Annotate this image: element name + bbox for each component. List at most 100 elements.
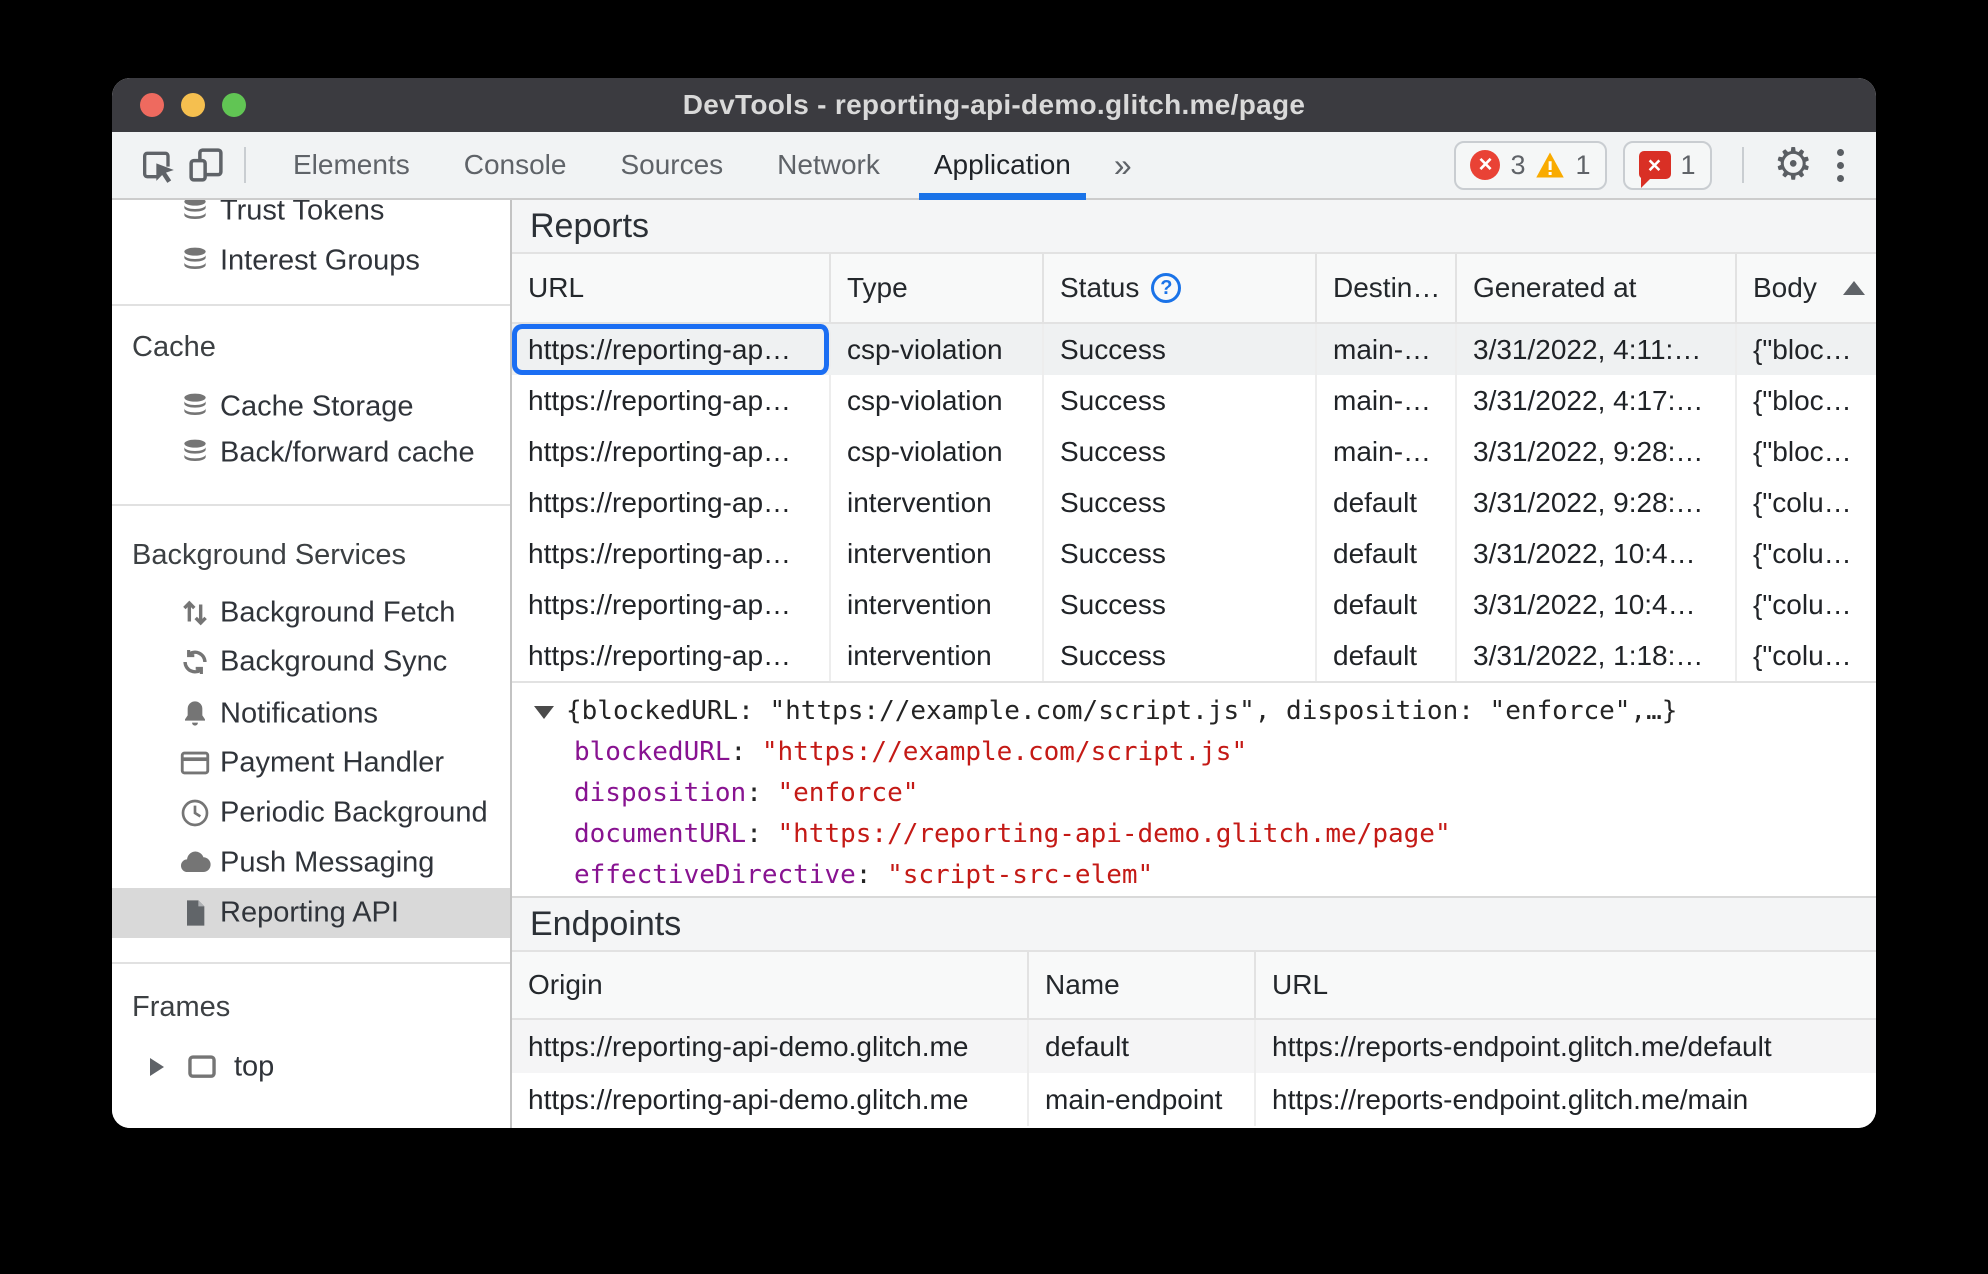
column-header-url[interactable]: URL — [512, 254, 831, 322]
endpoint-origin-cell[interactable]: https://reporting-api-demo.glitch.me — [512, 1073, 1029, 1126]
report-type-cell[interactable]: intervention — [831, 630, 1044, 681]
tab-sources[interactable]: Sources — [593, 132, 750, 198]
minimize-button[interactable] — [181, 93, 205, 117]
endpoint-url-cell[interactable]: https://reports-endpoint.glitch.me/main — [1256, 1073, 1876, 1126]
settings-gear-icon[interactable]: ⚙ — [1774, 143, 1813, 187]
more-tabs-icon[interactable]: » — [1098, 132, 1148, 198]
column-header-type[interactable]: Type — [831, 254, 1044, 322]
column-header-origin[interactable]: Origin — [512, 952, 1029, 1018]
report-row[interactable]: https://reporting-ap… csp-violation Succ… — [512, 324, 1876, 375]
report-destination-cell[interactable]: default — [1317, 477, 1457, 528]
report-destination-cell[interactable]: main-… — [1317, 426, 1457, 477]
sort-ascending-icon — [1842, 281, 1865, 295]
report-generated-cell[interactable]: 3/31/2022, 10:4… — [1457, 579, 1737, 630]
window-title: DevTools - reporting-api-demo.glitch.me/… — [682, 89, 1306, 120]
sidebar-item-periodic-background-sync[interactable]: Periodic Background — [112, 788, 510, 838]
sidebar-item-notifications[interactable]: Notifications — [112, 689, 510, 739]
warning-count: 1 — [1575, 149, 1591, 180]
column-header-name[interactable]: Name — [1029, 952, 1256, 1018]
report-body-cell[interactable]: {"bloc… — [1737, 324, 1876, 375]
sidebar-item-back-forward-cache[interactable]: Back/forward cache — [112, 428, 510, 478]
report-row[interactable]: https://reporting-ap… csp-violation Succ… — [512, 426, 1876, 477]
report-row[interactable]: https://reporting-ap… intervention Succe… — [512, 630, 1876, 681]
report-row[interactable]: https://reporting-ap… csp-violation Succ… — [512, 375, 1876, 426]
report-type-cell[interactable]: csp-violation — [831, 324, 1044, 375]
column-header-generated-at[interactable]: Generated at — [1457, 254, 1737, 322]
report-body-cell[interactable]: {"bloc… — [1737, 375, 1876, 426]
report-destination-cell[interactable]: main-… — [1317, 324, 1457, 375]
report-url-cell[interactable]: https://reporting-ap… — [512, 477, 831, 528]
report-type-cell[interactable]: intervention — [831, 477, 1044, 528]
report-row[interactable]: https://reporting-ap… intervention Succe… — [512, 579, 1876, 630]
report-status-cell[interactable]: Success — [1044, 579, 1317, 630]
column-header-status[interactable]: Status ? — [1044, 254, 1317, 322]
more-options-icon[interactable] — [1829, 148, 1852, 182]
report-destination-cell[interactable]: main-… — [1317, 375, 1457, 426]
report-url-cell[interactable]: https://reporting-ap… — [512, 324, 831, 375]
report-url-cell[interactable]: https://reporting-ap… — [512, 528, 831, 579]
endpoint-origin-cell[interactable]: https://reporting-api-demo.glitch.me — [512, 1020, 1029, 1073]
issues-button[interactable]: × 1 — [1622, 140, 1712, 190]
report-body-cell[interactable]: {"colu… — [1737, 528, 1876, 579]
column-header-body[interactable]: Body — [1737, 254, 1876, 322]
endpoint-url-cell[interactable]: https://reports-endpoint.glitch.me/defau… — [1256, 1020, 1876, 1073]
sidebar-item-interest-groups[interactable]: Interest Groups — [112, 236, 510, 286]
sidebar-item-background-fetch[interactable]: Background Fetch — [112, 588, 510, 638]
tab-console[interactable]: Console — [437, 132, 594, 198]
report-status-cell[interactable]: Success — [1044, 375, 1317, 426]
report-url-cell[interactable]: https://reporting-ap… — [512, 579, 831, 630]
inspect-element-icon[interactable] — [134, 141, 182, 189]
report-generated-cell[interactable]: 3/31/2022, 9:28:… — [1457, 426, 1737, 477]
report-body-cell[interactable]: {"colu… — [1737, 630, 1876, 681]
report-generated-cell[interactable]: 3/31/2022, 10:4… — [1457, 528, 1737, 579]
report-generated-cell[interactable]: 3/31/2022, 4:11:… — [1457, 324, 1737, 375]
device-toolbar-icon[interactable] — [182, 141, 230, 189]
zoom-button[interactable] — [222, 93, 246, 117]
report-url-cell[interactable]: https://reporting-ap… — [512, 426, 831, 477]
column-header-url[interactable]: URL — [1256, 952, 1876, 1018]
report-status-cell[interactable]: Success — [1044, 426, 1317, 477]
report-body-cell[interactable]: {"colu… — [1737, 477, 1876, 528]
sidebar-item-background-sync[interactable]: Background Sync — [112, 637, 510, 687]
sidebar-divider — [112, 504, 510, 506]
close-button[interactable] — [140, 93, 164, 117]
console-summary-button[interactable]: × 3 1 — [1454, 140, 1607, 190]
report-destination-cell[interactable]: default — [1317, 630, 1457, 681]
report-status-cell[interactable]: Success — [1044, 324, 1317, 375]
sidebar-item-push-messaging[interactable]: Push Messaging — [112, 838, 510, 888]
tab-elements[interactable]: Elements — [266, 132, 437, 198]
report-generated-cell[interactable]: 3/31/2022, 1:18:… — [1457, 630, 1737, 681]
report-status-cell[interactable]: Success — [1044, 477, 1317, 528]
report-destination-cell[interactable]: default — [1317, 528, 1457, 579]
sidebar-item-reporting-api[interactable]: Reporting API — [112, 888, 510, 938]
report-type-cell[interactable]: intervention — [831, 579, 1044, 630]
report-generated-cell[interactable]: 3/31/2022, 9:28:… — [1457, 477, 1737, 528]
report-url-cell[interactable]: https://reporting-ap… — [512, 630, 831, 681]
tab-application[interactable]: Application — [907, 132, 1098, 200]
collapse-triangle-icon[interactable] — [534, 706, 554, 719]
report-type-cell[interactable]: csp-violation — [831, 375, 1044, 426]
sidebar-item-top-frame[interactable]: top — [112, 1042, 510, 1092]
report-status-cell[interactable]: Success — [1044, 630, 1317, 681]
endpoint-row[interactable]: https://reporting-api-demo.glitch.me def… — [512, 1020, 1876, 1073]
column-header-destination[interactable]: Destin… — [1317, 254, 1457, 322]
report-type-cell[interactable]: csp-violation — [831, 426, 1044, 477]
report-row[interactable]: https://reporting-ap… intervention Succe… — [512, 528, 1876, 579]
report-row[interactable]: https://reporting-ap… intervention Succe… — [512, 477, 1876, 528]
report-destination-cell[interactable]: default — [1317, 579, 1457, 630]
sidebar-item-payment-handler[interactable]: Payment Handler — [112, 738, 510, 788]
endpoint-row[interactable]: https://reporting-api-demo.glitch.me mai… — [512, 1073, 1876, 1126]
report-status-cell[interactable]: Success — [1044, 528, 1317, 579]
report-url-cell[interactable]: https://reporting-ap… — [512, 375, 831, 426]
tab-network[interactable]: Network — [750, 132, 907, 198]
report-type-cell[interactable]: intervention — [831, 528, 1044, 579]
expand-arrow-icon[interactable] — [150, 1058, 164, 1076]
report-body-cell[interactable]: {"bloc… — [1737, 426, 1876, 477]
help-icon[interactable]: ? — [1151, 273, 1182, 303]
endpoint-name-cell[interactable]: main-endpoint — [1029, 1073, 1256, 1126]
sidebar-item-cache-storage[interactable]: Cache Storage — [112, 382, 510, 432]
report-body-cell[interactable]: {"colu… — [1737, 579, 1876, 630]
endpoint-name-cell[interactable]: default — [1029, 1020, 1256, 1073]
report-generated-cell[interactable]: 3/31/2022, 4:17:… — [1457, 375, 1737, 426]
sidebar-item-trust-tokens[interactable]: Trust Tokens — [112, 200, 510, 236]
